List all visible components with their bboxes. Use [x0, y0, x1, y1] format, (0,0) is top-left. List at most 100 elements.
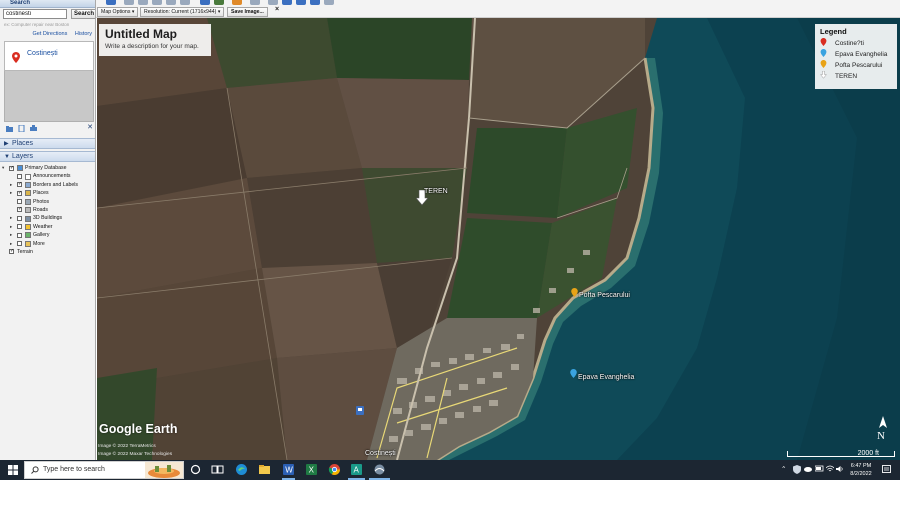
teren-label[interactable]: TEREN	[424, 188, 448, 195]
planets-icon[interactable]	[232, 0, 242, 5]
windows-start-icon[interactable]	[8, 465, 18, 475]
notifications-icon[interactable]	[882, 465, 891, 474]
result-label[interactable]: Costinești	[27, 50, 58, 57]
layer-row[interactable]: Photos	[2, 198, 95, 206]
add-overlay-icon[interactable]	[166, 0, 176, 5]
add-path-icon[interactable]	[152, 0, 162, 5]
file-explorer-icon[interactable]	[258, 463, 271, 476]
taskbar-search[interactable]: Type here to search	[24, 461, 184, 479]
battery-icon[interactable]	[815, 465, 824, 472]
map-description[interactable]: Write a description for your map.	[105, 43, 205, 50]
layer-row[interactable]: Announcements	[2, 172, 95, 180]
layer-row[interactable]: ▸ 3D Buildings	[2, 214, 95, 222]
save-image-button[interactable]: Save Image...	[227, 7, 268, 17]
security-icon[interactable]	[793, 465, 801, 474]
record-tour-icon[interactable]	[180, 0, 190, 5]
view-in-maps-icon[interactable]	[310, 0, 320, 5]
email-icon[interactable]	[268, 0, 278, 5]
map-view[interactable]: Untitled Map Write a description for you…	[97, 18, 900, 460]
epava-label[interactable]: Epava Evanghelia	[578, 374, 634, 381]
layer-checkbox[interactable]: ✓	[17, 190, 22, 196]
tray-chevron-icon[interactable]: ⌃	[781, 465, 786, 473]
map-title-card[interactable]: Untitled Map Write a description for you…	[99, 24, 211, 56]
pofta-label[interactable]: Pofta Pescarului	[579, 292, 630, 299]
chrome-icon[interactable]	[328, 463, 341, 476]
excel-icon[interactable]: X	[305, 463, 318, 476]
epava-pin-icon[interactable]	[570, 369, 577, 378]
layer-checkbox[interactable]	[17, 224, 22, 230]
town-label[interactable]: Costinești	[365, 450, 396, 457]
layer-checkbox[interactable]: ✓	[9, 165, 14, 171]
print-toolbar-icon[interactable]	[282, 0, 292, 5]
layer-row[interactable]: ▾ ✓ Primary Database	[2, 164, 95, 172]
imagery-credit-2: Image © 2022 Maxar Technologies	[98, 452, 173, 457]
layer-checkbox[interactable]: ✓	[9, 249, 14, 255]
layer-checkbox[interactable]: ✓	[17, 207, 22, 213]
layer-expander-icon[interactable]: ▸	[10, 214, 16, 222]
layer-expander-icon[interactable]: ▸	[10, 223, 16, 231]
scale-bar: 2000 ft	[787, 444, 899, 460]
compass[interactable]: N	[873, 416, 893, 446]
layer-row[interactable]: ✓ Roads	[2, 206, 95, 214]
layer-expander-icon[interactable]: ▾	[2, 164, 8, 172]
search-result[interactable]: Costinești	[4, 41, 94, 71]
layer-label: Roads	[33, 206, 48, 213]
map-options-button[interactable]: Map Options ▾	[97, 7, 139, 17]
cortana-icon[interactable]	[189, 463, 202, 476]
places-icon	[25, 190, 31, 197]
close-results-icon[interactable]: ✕	[87, 123, 93, 131]
search-input[interactable]	[3, 9, 67, 19]
layer-row[interactable]: ▸ ✓ Borders and Labels	[2, 181, 95, 189]
history-link[interactable]: History	[75, 31, 92, 37]
sidebar: Search Search ex: Computer repair near B…	[0, 0, 96, 460]
volume-icon[interactable]	[836, 465, 844, 473]
layers-panel-header[interactable]: ▼ Layers	[0, 151, 95, 162]
layer-checkbox[interactable]: ✓	[17, 182, 22, 188]
print-icon[interactable]	[30, 125, 37, 132]
onedrive-icon[interactable]	[803, 465, 812, 472]
layer-row[interactable]: ✓ Terrain	[2, 248, 95, 256]
layers-title: Layers	[12, 153, 34, 160]
add-placemark-icon[interactable]	[124, 0, 134, 5]
layer-expander-icon[interactable]: ▸	[10, 189, 16, 197]
pofta-pin-icon[interactable]	[571, 288, 578, 297]
layer-row[interactable]: ▸ More	[2, 240, 95, 248]
map-title[interactable]: Untitled Map	[105, 27, 205, 41]
layer-checkbox[interactable]	[17, 199, 22, 205]
add-polygon-icon[interactable]	[138, 0, 148, 5]
copy-icon[interactable]	[18, 125, 25, 132]
google-earth-taskbar-icon[interactable]	[373, 463, 386, 476]
search-row: Search	[3, 9, 95, 19]
ruler-icon[interactable]	[250, 0, 260, 5]
sunlight-icon[interactable]	[214, 0, 224, 5]
layer-expander-icon[interactable]: ▸	[10, 240, 16, 248]
task-view-icon[interactable]	[211, 463, 224, 476]
search-button[interactable]: Search	[71, 9, 95, 19]
layer-checkbox[interactable]	[17, 232, 22, 238]
historical-imagery-icon[interactable]	[200, 0, 210, 5]
layer-expander-icon[interactable]: ▸	[10, 181, 16, 189]
layer-checkbox[interactable]	[17, 173, 22, 179]
layer-checkbox[interactable]	[17, 215, 22, 221]
wifi-icon[interactable]	[826, 465, 834, 473]
compass-label: N	[877, 430, 885, 442]
save-image-icon[interactable]	[296, 0, 306, 5]
bus-stop-icon[interactable]	[356, 406, 364, 415]
earth-view-icon[interactable]	[324, 0, 334, 5]
folder-icon[interactable]	[6, 125, 13, 132]
teams-publisher-icon[interactable]: A	[350, 463, 363, 476]
hide-sidebar-icon[interactable]	[106, 0, 116, 5]
layer-expander-icon[interactable]: ▸	[10, 231, 16, 239]
close-save-mode-icon[interactable]: ×	[275, 6, 279, 13]
get-directions-link[interactable]: Get Directions	[32, 31, 67, 37]
layer-row[interactable]: ▸ Gallery	[2, 231, 95, 239]
places-panel-header[interactable]: ▶ Places	[0, 138, 95, 149]
edge-icon[interactable]	[235, 463, 248, 476]
resolution-dropdown[interactable]: Resolution: Current (1716x944) ▾	[140, 7, 225, 17]
taskbar-clock[interactable]: 6:47 PM 8/2/2022	[846, 462, 876, 478]
layer-checkbox[interactable]	[17, 241, 22, 247]
search-panel-header[interactable]: Search	[0, 0, 95, 8]
layer-row[interactable]: ▸ ✓ Places	[2, 189, 95, 197]
word-icon[interactable]: W	[282, 463, 295, 476]
layer-row[interactable]: ▸ Weather	[2, 223, 95, 231]
